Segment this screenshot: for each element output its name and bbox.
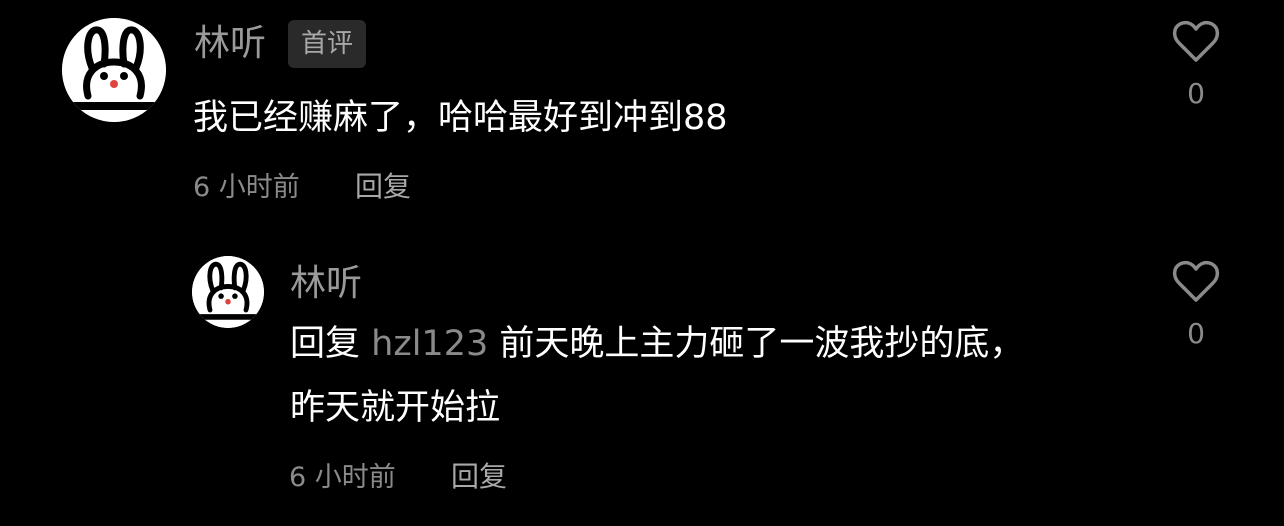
- like-button[interactable]: 0: [1166, 260, 1226, 348]
- reply-prefix: 回复: [290, 324, 361, 364]
- reply-to-username[interactable]: hzl123: [371, 324, 488, 364]
- avatar[interactable]: [192, 256, 264, 328]
- reply-item: 林听 回复 hzl123 前天晚上主力砸了一波我抄的底， 昨天就开始拉 6 小时…: [0, 240, 1284, 526]
- comment-timestamp: 6 小时前: [193, 172, 300, 203]
- comment-item: 林听 首评 我已经赚麻了，哈哈最好到冲到88 6 小时前 回复 0: [0, 0, 1284, 230]
- avatar[interactable]: [62, 18, 166, 122]
- reply-button[interactable]: 回复: [451, 463, 507, 491]
- bunny-avatar-icon: [192, 256, 264, 328]
- reply-text: 前天晚上主力砸了一波我抄的底，: [499, 324, 1025, 364]
- like-button[interactable]: 0: [1166, 20, 1226, 108]
- comment-text: 我已经赚麻了，哈哈最好到冲到88: [193, 98, 728, 138]
- like-count: 0: [1187, 317, 1205, 350]
- reply-author[interactable]: 林听: [290, 266, 362, 302]
- reply-timestamp: 6 小时前: [289, 462, 396, 493]
- bunny-avatar-icon: [62, 18, 166, 122]
- reply-button[interactable]: 回复: [355, 173, 411, 201]
- heart-outline-icon: [1172, 260, 1220, 302]
- first-comment-badge: 首评: [288, 20, 367, 68]
- comment-author[interactable]: 林听: [194, 26, 266, 62]
- reply-text-line-2: 昨天就开始拉: [290, 388, 501, 428]
- reply-text-line-1: 回复 hzl123 前天晚上主力砸了一波我抄的底，: [290, 312, 1024, 376]
- heart-outline-icon: [1172, 20, 1220, 62]
- like-count: 0: [1187, 77, 1205, 110]
